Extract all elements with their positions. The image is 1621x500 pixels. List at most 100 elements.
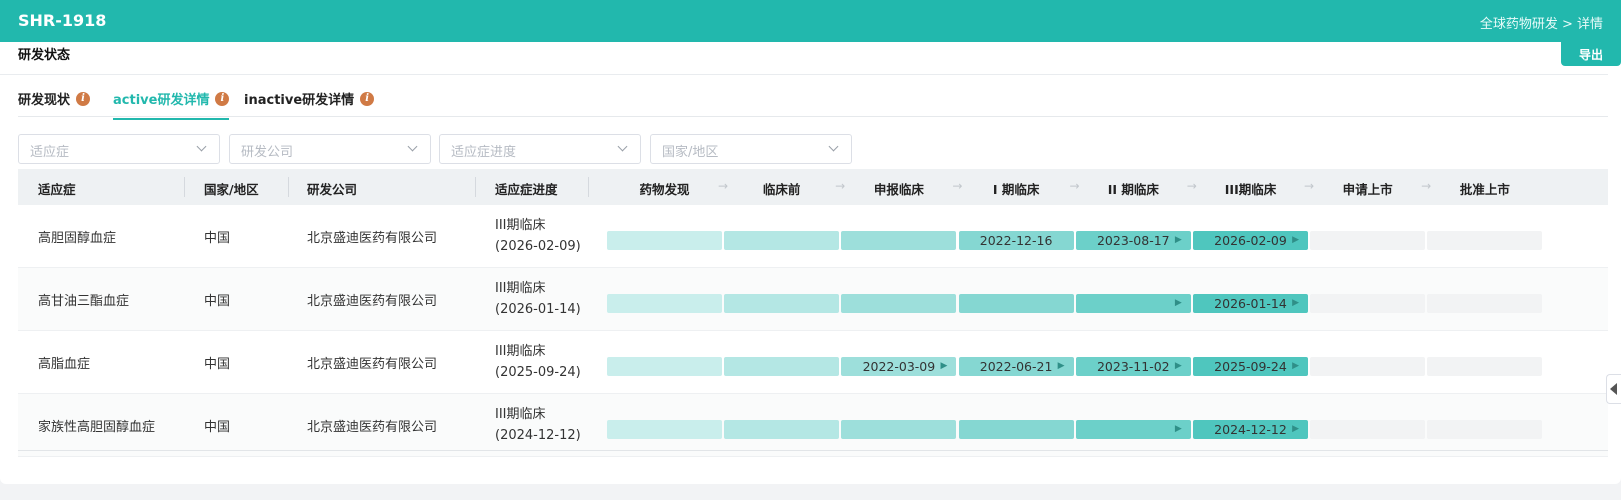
- stage-segment[interactable]: 2023-11-02 ▶: [1075, 357, 1191, 376]
- stage-header-label: 药物发现: [639, 182, 690, 197]
- tab-label: active研发详情: [113, 93, 210, 108]
- chevron-down-icon: [196, 141, 207, 152]
- stage-segment[interactable]: 2026-02-09 ▶: [1193, 231, 1308, 250]
- stage-header: 批准上市: [1427, 169, 1542, 205]
- rd-details-table: 适应症 国家/地区 研发公司 适应症进度 药物发现 → 临床前 → 申报临床 → I 期临床…: [18, 169, 1608, 457]
- stage-segment[interactable]: [724, 357, 840, 376]
- stage-segment[interactable]: [724, 231, 840, 250]
- col-company: 研发公司: [307, 182, 358, 197]
- stage-segment[interactable]: ▶: [1075, 420, 1191, 439]
- stage-segment[interactable]: [607, 357, 722, 376]
- stage-segment[interactable]: [1427, 420, 1543, 439]
- export-button[interactable]: 导出: [1561, 42, 1621, 66]
- country-cell: 中国: [204, 294, 231, 309]
- stage-header: 申请上市 →: [1310, 169, 1432, 205]
- stage-segment[interactable]: [1310, 420, 1426, 439]
- column-divider: [288, 177, 289, 197]
- indication-cell: 高甘油三酯血症: [38, 294, 130, 309]
- company-cell: 北京盛迪医药有限公司: [307, 231, 438, 246]
- info-icon[interactable]: i: [215, 91, 230, 106]
- progress-date: (2026-01-14): [495, 302, 581, 317]
- stage-date: 2022-06-21: [979, 359, 1053, 374]
- page-title: SHR-1918: [18, 11, 107, 30]
- stage-date: 2024-12-12: [1214, 422, 1287, 437]
- stage-segment[interactable]: [958, 294, 1074, 313]
- stage-segment[interactable]: [1310, 357, 1426, 376]
- tab-inactive-details[interactable]: inactive研发详情 i: [244, 86, 375, 119]
- stage-segment[interactable]: [958, 420, 1074, 439]
- info-icon[interactable]: i: [360, 91, 375, 106]
- divider: [18, 450, 1608, 451]
- stage-segment[interactable]: [607, 231, 722, 250]
- stage-header: 临床前 →: [724, 169, 845, 205]
- stage-flag-icon: ▶: [940, 361, 948, 371]
- stage-segment[interactable]: [1310, 294, 1426, 313]
- info-icon[interactable]: i: [76, 91, 91, 106]
- indication-cell: 高胆固醇血症: [38, 231, 117, 246]
- stage-header: I 期临床 →: [959, 169, 1080, 205]
- table-row[interactable]: 高甘油三酯血症 中国 北京盛迪医药有限公司 III期临床 (2026-01-14) ▶ 20…: [18, 268, 1608, 331]
- company-cell: 北京盛迪医药有限公司: [307, 420, 438, 435]
- stage-flag-icon: ▶: [1174, 298, 1182, 308]
- collapse-panel-button[interactable]: [1606, 374, 1621, 404]
- table-row[interactable]: 高胆固醇血症 中国 北京盛迪医药有限公司 III期临床 (2026-02-09) 2022…: [18, 205, 1608, 268]
- stage-segment[interactable]: [1427, 294, 1543, 313]
- stage-date: 2026-02-09: [1214, 233, 1287, 248]
- progress-select[interactable]: 适应症进度: [439, 134, 641, 164]
- country-cell: 中国: [204, 231, 231, 246]
- col-country: 国家/地区: [204, 182, 259, 197]
- content-card: 研发状态 导出 研发现状 i active研发详情 i inactive研发详情 i …: [0, 42, 1621, 484]
- divider: [0, 74, 1608, 75]
- stage-segment[interactable]: [607, 420, 722, 439]
- company-cell: 北京盛迪医药有限公司: [307, 357, 438, 372]
- stage-header-label: 批准上市: [1459, 182, 1510, 197]
- chevron-down-icon: [617, 141, 628, 152]
- stage-flag-icon: ▶: [1057, 361, 1065, 371]
- stage-segment[interactable]: 2023-08-17 ▶: [1075, 231, 1191, 250]
- stage-segment[interactable]: [724, 294, 840, 313]
- stage-flag-icon: ▶: [1174, 361, 1182, 371]
- tab-bar: 研发现状 i active研发详情 i inactive研发详情 i: [18, 86, 1608, 120]
- table-row[interactable]: 家族性高胆固醇血症 中国 北京盛迪医药有限公司 III期临床 (2024-12-12) ▶…: [18, 394, 1608, 457]
- stage-segment[interactable]: 2026-01-14 ▶: [1193, 294, 1308, 313]
- stage-segment[interactable]: 2025-09-24 ▶: [1193, 357, 1308, 376]
- stage-segment[interactable]: 2024-12-12 ▶: [1193, 420, 1308, 439]
- stage-flag-icon: ▶: [1174, 424, 1182, 434]
- company-select[interactable]: 研发公司: [229, 134, 431, 164]
- stage-segment[interactable]: [1427, 357, 1543, 376]
- stage-flag-icon: ▶: [1292, 361, 1299, 371]
- select-placeholder: 国家/地区: [662, 145, 719, 160]
- stage-segment[interactable]: [724, 420, 840, 439]
- column-divider: [588, 177, 589, 197]
- tab-label: inactive研发详情: [244, 93, 355, 108]
- progress-cell: III期临床 (2026-02-09): [495, 215, 581, 257]
- stage-segment[interactable]: [841, 294, 957, 313]
- column-divider: [475, 177, 476, 197]
- stage-segment[interactable]: [841, 420, 957, 439]
- region-select[interactable]: 国家/地区: [650, 134, 852, 164]
- stage-segment[interactable]: ▶: [1075, 294, 1191, 313]
- stage-header: 申报临床 →: [841, 169, 963, 205]
- tab-status[interactable]: 研发现状 i: [18, 86, 91, 119]
- select-placeholder: 适应症: [30, 145, 70, 160]
- col-progress: 适应症进度: [495, 182, 558, 197]
- stage-header: III期临床 →: [1193, 169, 1314, 205]
- indication-select[interactable]: 适应症: [18, 134, 220, 164]
- stage-header-label: I 期临床: [992, 182, 1040, 197]
- stage-segment[interactable]: [841, 231, 957, 250]
- stage-segment[interactable]: [607, 294, 722, 313]
- table-header: 适应症 国家/地区 研发公司 适应症进度 药物发现 → 临床前 → 申报临床 → I 期临床…: [18, 169, 1608, 205]
- stage-flag-icon: ▶: [1292, 424, 1299, 434]
- table-row[interactable]: 高脂血症 中国 北京盛迪医药有限公司 III期临床 (2025-09-24) 2022-0…: [18, 331, 1608, 394]
- stage-flag-icon: ▶: [1292, 235, 1299, 245]
- stage-segment[interactable]: 2022-12-16: [958, 231, 1074, 250]
- progress-date: (2024-12-12): [495, 428, 581, 443]
- stage-segment[interactable]: [1310, 231, 1426, 250]
- tab-active-details[interactable]: active研发详情 i: [113, 86, 230, 120]
- breadcrumb[interactable]: 全球药物研发 > 详情: [1480, 13, 1603, 32]
- progress-stage: III期临床: [495, 218, 546, 233]
- stage-segment[interactable]: 2022-06-21 ▶: [958, 357, 1074, 376]
- stage-segment[interactable]: [1427, 231, 1543, 250]
- top-bar: SHR-1918 全球药物研发 > 详情: [0, 0, 1621, 42]
- stage-segment[interactable]: 2022-03-09 ▶: [841, 357, 957, 376]
